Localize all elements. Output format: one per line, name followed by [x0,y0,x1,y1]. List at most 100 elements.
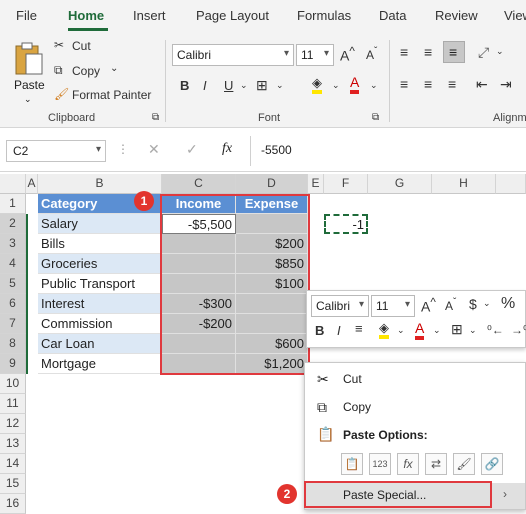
row-header[interactable]: 7 [0,314,26,334]
formula-input[interactable]: -5500 [250,136,526,166]
paste-option-transpose[interactable]: ⇄ [425,453,447,475]
paste-option-link[interactable]: 🔗 [481,453,503,475]
column-header-e[interactable]: E [308,174,324,194]
paste-option-paste[interactable]: 📋 [341,453,363,475]
cut-button[interactable]: Cut [72,39,91,53]
align-bottom-icon: ≡ [449,44,458,60]
column-header-h[interactable]: H [432,174,496,194]
insert-function-icon[interactable]: fx [222,141,232,157]
font-size-combo[interactable]: 11 ▾ [296,44,334,66]
increase-indent-icon[interactable]: ⇥ [500,76,512,93]
tab-page-layout[interactable]: Page Layout [196,8,269,23]
tab-home[interactable]: Home [68,8,104,23]
row-header[interactable]: 14 [0,454,26,474]
align-right-icon[interactable]: ≡ [448,76,456,92]
tab-formulas[interactable]: Formulas [297,8,351,23]
table-cell-category[interactable]: Groceries [38,254,162,274]
cancel-icon[interactable]: ✕ [148,141,160,158]
increase-decimal-icon[interactable]: ⁰← [487,323,504,337]
font-color-icon[interactable]: A [350,75,360,94]
bold-button[interactable]: B [180,78,189,93]
menu-item-cut[interactable]: ✂ Cut [305,367,525,393]
table-cell-category[interactable]: Public Transport [38,274,162,294]
mini-bold-button[interactable]: B [315,323,324,338]
menu-item-cut-label: Cut [343,372,362,386]
row-header[interactable]: 15 [0,474,26,494]
decrease-indent-icon[interactable]: ⇤ [476,76,488,93]
accounting-format-icon[interactable]: $ [469,296,477,312]
table-cell-category[interactable]: Interest [38,294,162,314]
font-color-icon[interactable]: A [415,321,425,340]
row-header[interactable]: 4 [0,254,26,274]
table-cell-category[interactable]: Car Loan [38,334,162,354]
font-size-value: 11 [301,48,314,62]
row-header[interactable]: 10 [0,374,26,394]
shrink-font-icon[interactable]: Aˇ [366,46,377,62]
paste-button[interactable]: Paste ⌄ [10,38,48,114]
menu-item-copy[interactable]: ⧉ Copy [305,395,525,421]
tab-view[interactable]: View [504,8,526,23]
paste-option-values[interactable]: 123 [369,453,391,475]
row-header[interactable]: 13 [0,434,26,454]
column-header-d[interactable]: D [236,174,308,194]
fill-color-icon[interactable]: ◈ [312,76,322,94]
copied-cell-f2[interactable]: -1 [324,214,368,234]
row-header[interactable]: 5 [0,274,26,294]
select-all-corner[interactable] [0,174,26,194]
name-box[interactable]: C2 ▾ [6,140,106,162]
copy-button[interactable]: Copy [72,64,100,78]
dialog-launcher-icon[interactable]: ⧉ [372,112,379,123]
fill-color-icon[interactable]: ◈ [379,321,389,339]
column-header-a[interactable]: A [26,174,38,194]
selection-highlight [160,194,310,375]
row-header[interactable]: 11 [0,394,26,414]
tab-data[interactable]: Data [379,8,406,23]
column-header-g[interactable]: G [368,174,432,194]
grow-font-icon[interactable]: A^ [340,45,355,64]
tab-insert[interactable]: Insert [133,8,166,23]
column-header-c[interactable]: C [162,174,236,194]
dialog-launcher-icon[interactable]: ⧉ [152,112,159,123]
row-header[interactable]: 16 [0,494,26,514]
table-cell-category[interactable]: Mortgage [38,354,162,374]
italic-button[interactable]: I [203,78,207,93]
align-middle-icon[interactable]: ≡ [424,44,432,60]
table-cell-category[interactable]: Salary [38,214,162,234]
row-header[interactable]: 9 [0,354,26,374]
paste-option-formatting[interactable]: 🖌 [453,453,475,475]
shrink-font-icon[interactable]: Aˇ [445,297,456,313]
decrease-decimal-icon[interactable]: →⁰ [511,323,526,337]
row-header[interactable]: 6 [0,294,26,314]
orientation-icon[interactable]: ⤢ [478,44,489,61]
row-header[interactable]: 1 [0,194,26,214]
align-center-icon[interactable]: ≡ [424,76,432,92]
align-bottom-button[interactable]: ≡ [443,41,465,63]
tab-file[interactable]: File [16,8,37,23]
column-header-next[interactable] [496,174,526,194]
divider [389,40,390,122]
align-center-icon[interactable]: ≡ [355,321,363,336]
table-cell-category[interactable]: Commission [38,314,162,334]
format-painter-button[interactable]: Format Painter [72,88,151,102]
borders-icon[interactable]: ⊞ [256,77,268,94]
mini-font-combo[interactable]: Calibri ▾ [311,295,369,317]
percent-button[interactable]: % [501,295,515,313]
paste-option-formulas[interactable]: fx [397,453,419,475]
borders-icon[interactable]: ⊞ [451,321,463,338]
underline-button[interactable]: U [224,78,233,93]
enter-icon[interactable]: ✓ [186,141,198,158]
grow-font-icon[interactable]: A^ [421,296,436,315]
font-name-combo[interactable]: Calibri ▾ [172,44,294,66]
column-header-f[interactable]: F [324,174,368,194]
table-cell-category[interactable]: Bills [38,234,162,254]
tab-review[interactable]: Review [435,8,478,23]
row-header[interactable]: 2 [0,214,26,234]
row-header[interactable]: 12 [0,414,26,434]
align-top-icon[interactable]: ≡ [400,44,408,60]
align-left-icon[interactable]: ≡ [400,76,408,92]
chevron-down-icon: ⌄ [433,325,441,335]
mini-italic-button[interactable]: I [337,323,341,338]
row-header[interactable]: 3 [0,234,26,254]
row-header[interactable]: 8 [0,334,26,354]
mini-size-combo[interactable]: 11 ▾ [371,295,415,317]
